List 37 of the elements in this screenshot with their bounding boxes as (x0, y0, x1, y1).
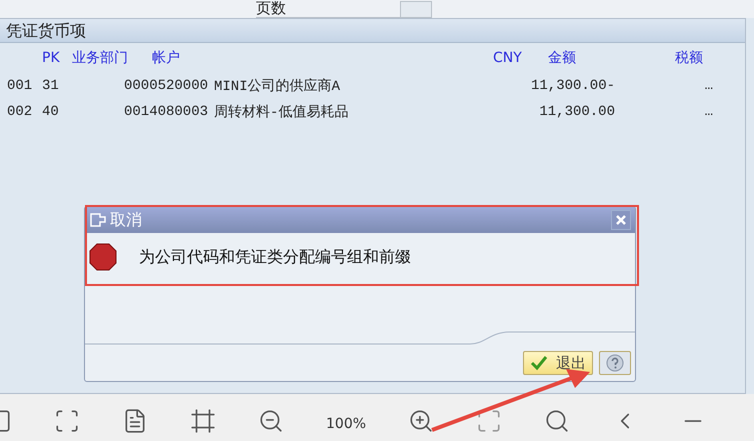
frame-icon[interactable] (54, 408, 80, 434)
close-button[interactable] (611, 210, 631, 230)
check-icon (530, 355, 548, 371)
dialog-title: 取消 (110, 210, 143, 230)
help-icon (606, 354, 624, 372)
table-cell-text: … (704, 78, 713, 94)
table-cell-text: … (704, 104, 713, 120)
dialog-icon (89, 213, 107, 227)
column-header: 税额 (675, 49, 704, 67)
zoom-level: 100% (326, 416, 366, 432)
table-cell-text: 周转材料-低值易耗品 (214, 104, 350, 121)
table-cell-text: 40 (42, 104, 60, 120)
table-cell-text: 002 (7, 104, 34, 120)
error-message: 为公司代码和凭证类分配编号组和前缀 (139, 246, 411, 268)
table-cell-text: 001 (7, 78, 34, 94)
expand-icon[interactable] (476, 408, 502, 434)
table-cell-text: 0000520000 (124, 78, 210, 94)
zoom-out-icon[interactable] (258, 408, 284, 434)
table-cell-text: MINI公司的供应商A (214, 77, 342, 95)
search-icon[interactable] (544, 408, 570, 434)
column-header: CNY (493, 50, 523, 66)
column-header: 金额 (548, 49, 577, 67)
help-button[interactable] (599, 351, 631, 375)
table-cell-text: 0014080003 (124, 104, 210, 120)
close-icon (616, 215, 626, 225)
exit-button[interactable]: 退出 (523, 351, 593, 375)
column-header: 业务部门 (72, 49, 129, 67)
table-cell-text: 11,300.00 (538, 104, 615, 120)
stop-icon (89, 243, 117, 271)
table-cell-text: 11,300.00- (530, 78, 615, 94)
section-title: 凭证货币项 (0, 19, 745, 43)
fit-icon[interactable] (190, 408, 216, 434)
table-cell-text: 31 (42, 78, 60, 94)
zoom-in-icon[interactable] (408, 408, 434, 434)
input-field[interactable] (400, 1, 432, 18)
column-header: 帐户 (152, 49, 181, 67)
column-header: PK (42, 50, 61, 66)
